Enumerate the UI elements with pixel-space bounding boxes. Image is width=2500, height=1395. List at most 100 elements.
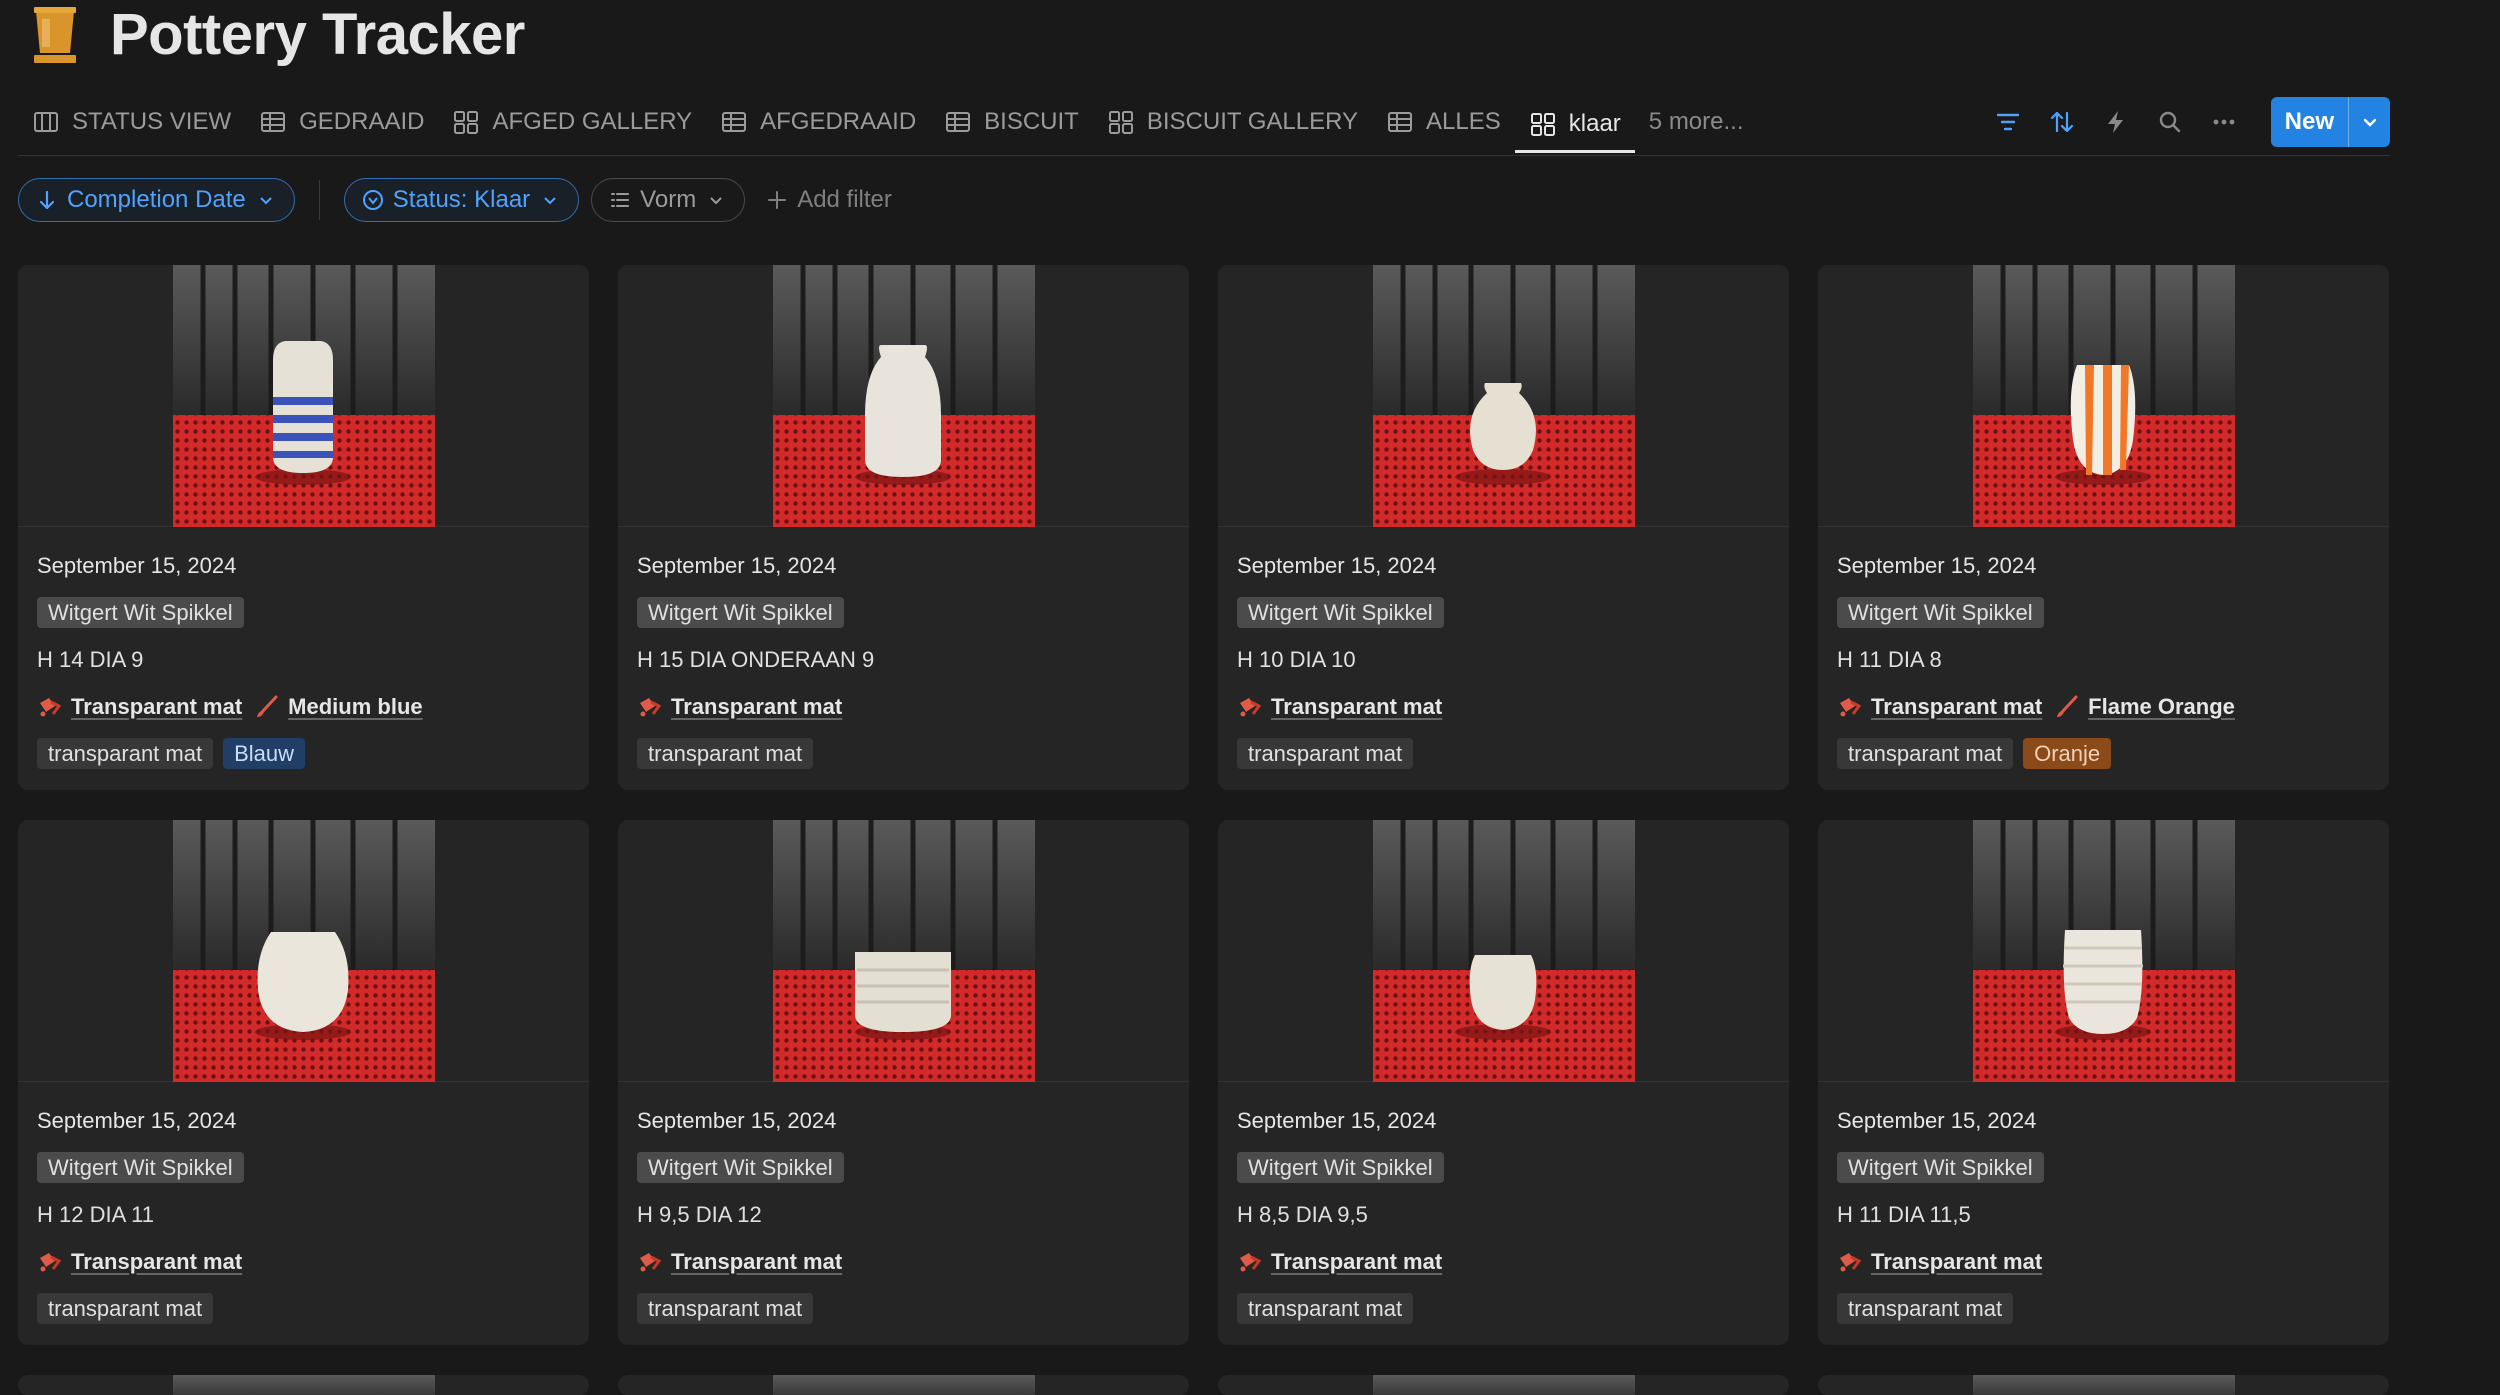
beaker-icon bbox=[34, 7, 76, 63]
glaze-link[interactable]: Medium blue bbox=[254, 693, 423, 720]
completion-date: September 15, 2024 bbox=[1237, 553, 1437, 578]
list-icon bbox=[611, 193, 630, 207]
glaze-link[interactable]: Transparant mat bbox=[1837, 1249, 2042, 1275]
search-icon[interactable] bbox=[2153, 105, 2187, 139]
gallery-icon bbox=[1107, 108, 1135, 136]
sort-chip-label: Completion Date bbox=[67, 186, 246, 213]
glaze-name: Medium blue bbox=[288, 693, 423, 719]
gallery-card[interactable]: September 15, 2024 Witgert Wit Spikkel H… bbox=[1218, 265, 1789, 790]
finish-tag: transparant mat bbox=[637, 738, 814, 769]
dimensions: H 8,5 DIA 9,5 bbox=[1237, 1202, 1368, 1227]
tab-afged-gallery[interactable]: AFGED GALLERY bbox=[438, 94, 706, 150]
dimensions: H 11 DIA 8 bbox=[1837, 647, 1942, 672]
glaze-name: Transparant mat bbox=[671, 693, 843, 719]
gallery-card[interactable] bbox=[18, 1375, 589, 1395]
status-circle-icon bbox=[362, 190, 383, 210]
tab-biscuit[interactable]: BISCUIT bbox=[930, 94, 1093, 150]
add-filter-button[interactable]: Add filter bbox=[757, 178, 900, 222]
tab-label: AFGEDRAAID bbox=[760, 108, 917, 135]
glaze-link[interactable]: Transparant mat bbox=[637, 694, 842, 720]
new-button-label[interactable]: New bbox=[2271, 97, 2348, 147]
pot-photo bbox=[618, 820, 1189, 1082]
table-icon bbox=[1386, 108, 1414, 136]
brush-icon bbox=[254, 694, 280, 720]
completion-date: September 15, 2024 bbox=[1237, 1108, 1437, 1133]
gallery-card[interactable]: September 15, 2024 Witgert Wit Spikkel H… bbox=[618, 820, 1189, 1345]
clay-tag: Witgert Wit Spikkel bbox=[37, 597, 244, 628]
tab-afgedraaid[interactable]: AFGEDRAAID bbox=[706, 94, 930, 150]
tab-gedraaid[interactable]: GEDRAAID bbox=[245, 94, 438, 150]
completion-date: September 15, 2024 bbox=[37, 1108, 237, 1133]
gallery-card[interactable]: September 15, 2024 Witgert Wit Spikkel H… bbox=[1218, 820, 1789, 1345]
color-tag: Blauw bbox=[223, 738, 305, 769]
gallery-card[interactable] bbox=[618, 1375, 1189, 1395]
glaze-icon bbox=[637, 694, 663, 720]
finish-tag: transparant mat bbox=[1237, 738, 1414, 769]
glaze-icon bbox=[1237, 694, 1263, 720]
pot-photo bbox=[1972, 1375, 2235, 1395]
new-dropdown-caret[interactable] bbox=[2348, 97, 2390, 147]
clay-tag: Witgert Wit Spikkel bbox=[37, 1152, 244, 1183]
page-header: Pottery Tracker bbox=[30, 0, 525, 70]
vorm-filter-label: Vorm bbox=[640, 186, 697, 213]
new-button[interactable]: New bbox=[2270, 97, 2390, 147]
finish-tag: transparant mat bbox=[1837, 738, 2014, 769]
gallery-icon bbox=[452, 108, 480, 136]
glaze-link[interactable]: Flame Orange bbox=[2054, 694, 2235, 720]
tab-alles[interactable]: ALLES bbox=[1372, 94, 1515, 150]
completion-date: September 15, 2024 bbox=[1837, 1108, 2037, 1133]
view-tabs-bar: STATUS VIEW GEDRAAID AFGED GALLERY AFGED… bbox=[18, 94, 2390, 156]
glaze-link[interactable]: Transparant mat bbox=[1237, 694, 1442, 720]
more-tabs-button[interactable]: 5 more... bbox=[1635, 94, 1758, 150]
finish-tag: transparant mat bbox=[37, 738, 214, 769]
completion-date: September 15, 2024 bbox=[1837, 553, 2037, 578]
more-options-icon[interactable] bbox=[2207, 105, 2241, 139]
filter-divider bbox=[318, 180, 320, 220]
tab-label: klaar bbox=[1568, 109, 1621, 137]
gallery-card[interactable] bbox=[1818, 1375, 2389, 1395]
gallery-card[interactable]: September 15, 2024 Witgert Wit Spikkel H… bbox=[618, 265, 1189, 790]
pot-photo bbox=[1372, 1375, 1635, 1395]
glaze-link[interactable]: Transparant mat bbox=[37, 1249, 242, 1275]
page-title: Pottery Tracker bbox=[110, 2, 525, 67]
gallery-card[interactable] bbox=[1218, 1375, 1789, 1395]
glaze-icon bbox=[37, 694, 63, 720]
glaze-link[interactable]: Transparant mat bbox=[1837, 694, 2042, 720]
clay-tag: Witgert Wit Spikkel bbox=[637, 1152, 844, 1183]
glaze-icon bbox=[1837, 1249, 1863, 1275]
vorm-filter-chip[interactable]: Vorm bbox=[591, 178, 746, 222]
tab-biscuit-gallery[interactable]: BISCUIT GALLERY bbox=[1093, 94, 1372, 150]
tab-label: ALLES bbox=[1426, 108, 1501, 135]
clay-tag: Witgert Wit Spikkel bbox=[1837, 597, 2044, 628]
finish-tag: transparant mat bbox=[637, 1293, 814, 1324]
tab-status-view[interactable]: STATUS VIEW bbox=[18, 94, 245, 150]
tab-label: GEDRAAID bbox=[299, 108, 425, 135]
glaze-link[interactable]: Transparant mat bbox=[1237, 1249, 1442, 1275]
sort-icon[interactable] bbox=[2045, 105, 2079, 139]
glaze-link[interactable]: Transparant mat bbox=[37, 694, 242, 720]
tab-label: BISCUIT GALLERY bbox=[1146, 108, 1359, 135]
filter-icon[interactable] bbox=[1991, 105, 2025, 139]
gallery-card[interactable]: September 15, 2024 Witgert Wit Spikkel H… bbox=[18, 265, 589, 790]
gallery-card[interactable]: September 15, 2024 Witgert Wit Spikkel H… bbox=[18, 820, 589, 1345]
tab-label: BISCUIT bbox=[984, 108, 1079, 135]
tab-label: AFGED GALLERY bbox=[492, 108, 693, 135]
glaze-link[interactable]: Transparant mat bbox=[637, 1249, 842, 1275]
completion-date: September 15, 2024 bbox=[637, 553, 837, 578]
pot-photo bbox=[18, 820, 589, 1082]
status-filter-chip[interactable]: Status: Klaar bbox=[343, 178, 580, 222]
gallery-grid: September 15, 2024 Witgert Wit Spikkel H… bbox=[18, 265, 2392, 1395]
chevron-down-icon bbox=[544, 197, 556, 205]
automation-bolt-icon[interactable] bbox=[2099, 105, 2133, 139]
sort-chip[interactable]: Completion Date bbox=[18, 178, 295, 222]
gallery-card[interactable]: September 15, 2024 Witgert Wit Spikkel H… bbox=[1818, 265, 2389, 790]
pot-photo bbox=[1818, 265, 2389, 527]
pot-photo bbox=[1218, 265, 1789, 527]
pot-photo bbox=[772, 1375, 1035, 1395]
gallery-icon bbox=[1529, 110, 1557, 138]
completion-date: September 15, 2024 bbox=[637, 1108, 837, 1133]
gallery-card[interactable]: September 15, 2024 Witgert Wit Spikkel H… bbox=[1818, 820, 2389, 1345]
tab-klaar[interactable]: klaar bbox=[1514, 91, 1635, 153]
clay-tag: Witgert Wit Spikkel bbox=[637, 597, 844, 628]
glaze-name: Flame Orange bbox=[2088, 693, 2235, 719]
